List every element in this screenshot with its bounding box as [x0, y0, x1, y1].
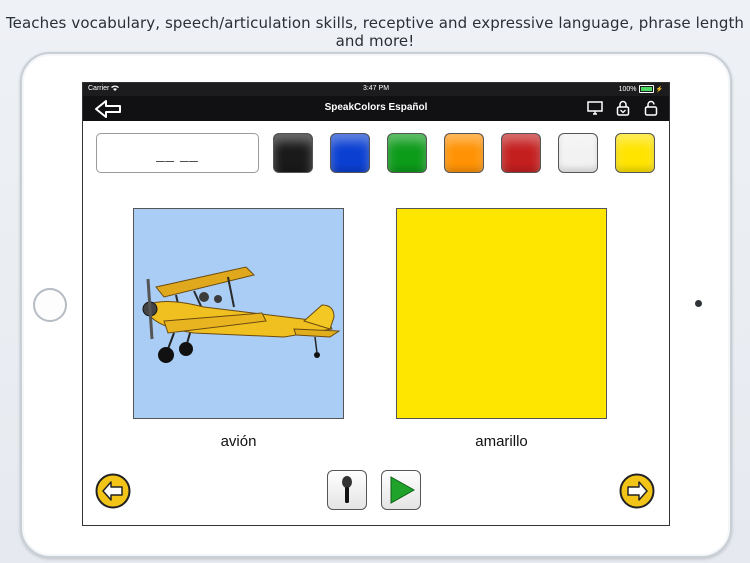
object-label: avión	[220, 433, 257, 450]
swatch-green[interactable]	[387, 133, 427, 173]
swatch-black[interactable]	[273, 133, 313, 173]
display-icon[interactable]	[587, 100, 603, 116]
color-picture[interactable]	[396, 208, 607, 419]
app-screen: Carrier 3:47 PM 100% ⚡ SpeakColors Españ…	[82, 82, 670, 526]
battery-percent: 100%	[618, 85, 637, 93]
left-arrow-circle-icon[interactable]	[95, 473, 131, 509]
biplane-image	[142, 266, 341, 363]
swatch-orange[interactable]	[444, 133, 484, 173]
swatch-white[interactable]	[558, 133, 598, 173]
lock-open-icon[interactable]	[643, 100, 659, 116]
color-label: amarillo	[475, 433, 528, 450]
play-button[interactable]	[381, 470, 421, 510]
nav-icon-group	[587, 100, 659, 116]
home-button[interactable]	[33, 288, 67, 322]
camera-dot	[695, 300, 702, 307]
swatch-blue[interactable]	[330, 133, 370, 173]
nav-title: SpeakColors Español	[324, 102, 428, 113]
status-bar: Carrier 3:47 PM 100% ⚡	[83, 83, 669, 96]
battery-indicator: 100% ⚡	[619, 85, 663, 93]
swatch-red[interactable]	[501, 133, 541, 173]
right-arrow-circle-icon[interactable]	[619, 473, 655, 509]
charging-icon: ⚡	[655, 86, 663, 93]
nav-bar: SpeakColors Español	[83, 96, 669, 121]
lock-down-icon[interactable]	[615, 100, 631, 116]
play-icon	[390, 476, 416, 504]
caption: Teaches vocabulary, speech/articulation …	[5, 14, 745, 50]
microphone-icon	[342, 476, 352, 503]
swatch-yellow[interactable]	[615, 133, 655, 173]
object-picture[interactable]	[133, 208, 344, 419]
status-time: 3:47 PM	[362, 85, 390, 92]
battery-icon	[638, 85, 654, 93]
answer-blanks: __ __	[156, 146, 199, 163]
answer-field[interactable]: __ __	[96, 133, 259, 173]
microphone-button[interactable]	[327, 470, 367, 510]
